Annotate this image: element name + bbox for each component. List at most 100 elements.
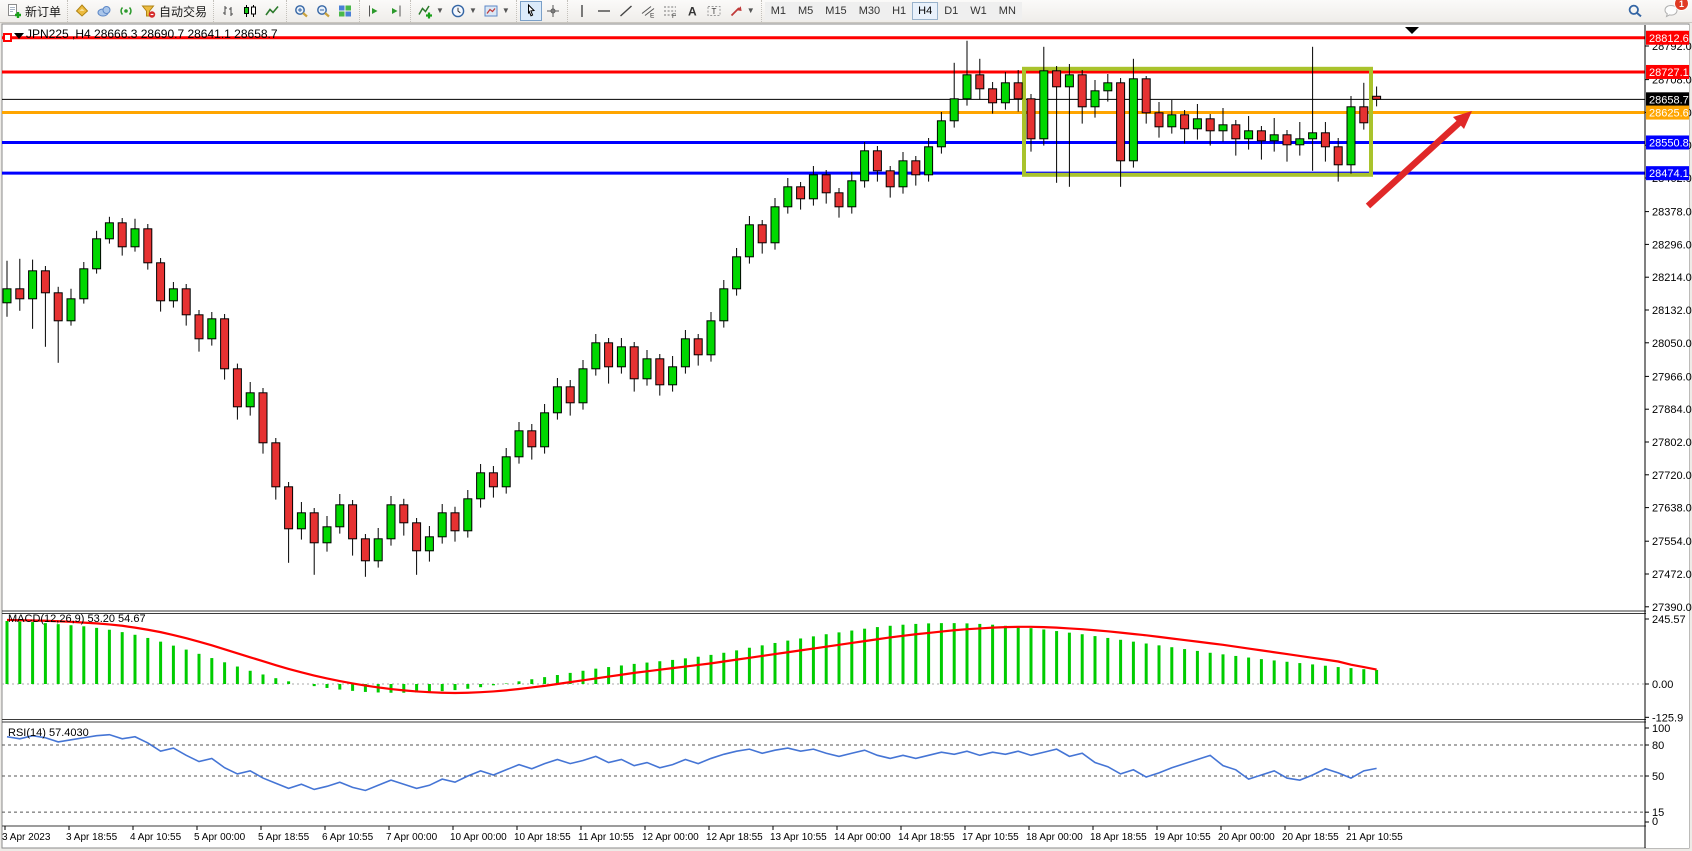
channel-icon: E [640, 3, 656, 19]
timeframe-h1[interactable]: H1 [886, 2, 912, 20]
vline-icon [574, 3, 590, 19]
channel-tool-button[interactable]: E [637, 1, 659, 21]
periods-button[interactable]: ▼ [447, 1, 480, 21]
time-label: 3 Apr 2023 [2, 832, 51, 843]
timeframe-mn[interactable]: MN [993, 2, 1022, 20]
tiles-icon [337, 3, 353, 19]
price-tick-label: 27720.0 [1652, 470, 1692, 482]
price-tick-label: 27638.0 [1652, 503, 1692, 515]
toolbar-left: 新订单自动交易▼▼▼EFAT▼M1M5M15M30H1H4D1W1MN [0, 0, 1025, 22]
candle-body [1193, 119, 1201, 129]
candle-body [464, 499, 472, 531]
candle-body [3, 289, 11, 303]
candle-body [1168, 115, 1176, 127]
linechart-icon [264, 3, 280, 19]
timeframe-w1[interactable]: W1 [964, 2, 993, 20]
autotrading-button[interactable]: 自动交易 [137, 1, 210, 21]
time-label: 14 Apr 18:55 [898, 832, 955, 843]
svg-text:E: E [650, 13, 655, 20]
paint-bucket-button[interactable] [71, 1, 93, 21]
price-badge-label: 28812.6 [1649, 33, 1689, 45]
candle-body [41, 271, 49, 293]
time-label: 4 Apr 10:55 [130, 832, 182, 843]
tile-windows-button[interactable] [334, 1, 356, 21]
trendline-tool-button[interactable] [615, 1, 637, 21]
candle-body [1296, 139, 1304, 145]
candle-body [605, 343, 613, 367]
time-label: 5 Apr 18:55 [258, 832, 310, 843]
candle-body [656, 359, 664, 385]
line-anchor-handle[interactable] [4, 34, 11, 41]
candle-body [886, 171, 894, 187]
horizontal-line-tool-button[interactable] [593, 1, 615, 21]
chart-canvas[interactable]: 28792.028708.028626.028544.028462.028378… [0, 0, 1692, 851]
auto-scroll-button[interactable] [385, 1, 407, 21]
price-badge-label: 28658.7 [1649, 94, 1689, 106]
vertical-line-tool-button[interactable] [571, 1, 593, 21]
bar-chart-button[interactable] [217, 1, 239, 21]
macd-axis-label: 0.00 [1652, 679, 1673, 691]
price-tick-label: 27472.0 [1652, 569, 1692, 581]
candle-body [131, 229, 139, 247]
candle-body [259, 393, 267, 443]
text-tool-button[interactable]: A [681, 1, 703, 21]
candle-body [105, 223, 113, 239]
candle-body [1206, 119, 1214, 131]
price-tick-label: 27554.0 [1652, 536, 1692, 548]
price-badge-label: 28625.6 [1649, 108, 1689, 120]
crosshair-icon [545, 3, 561, 19]
candle-body [1104, 83, 1112, 91]
search-button[interactable] [1624, 1, 1646, 21]
candle-body [566, 387, 574, 403]
timeframe-m5[interactable]: M5 [792, 2, 819, 20]
zoom-in-button[interactable] [290, 1, 312, 21]
label-tool-button[interactable]: T [703, 1, 725, 21]
candle-body [681, 339, 689, 367]
price-tick-label: 28214.0 [1652, 272, 1692, 284]
candle-body [1181, 115, 1189, 129]
crosshair-tool-button[interactable] [542, 1, 564, 21]
signals-button[interactable] [115, 1, 137, 21]
candle-body [797, 187, 805, 199]
time-label: 3 Apr 18:55 [66, 832, 118, 843]
fibonacci-tool-button[interactable]: F [659, 1, 681, 21]
candle-body [745, 225, 753, 257]
timeframe-m1[interactable]: M1 [765, 2, 792, 20]
arrows-tool-button[interactable]: ▼ [725, 1, 758, 21]
price-axis[interactable]: 28792.028708.028626.028544.028462.028378… [1645, 25, 1692, 848]
timeframe-m30[interactable]: M30 [853, 2, 886, 20]
chart-shift-button[interactable] [363, 1, 385, 21]
timeframe-h4[interactable]: H4 [912, 2, 938, 20]
candle-body [93, 239, 101, 269]
publisher-button[interactable] [93, 1, 115, 21]
candle-body [1078, 75, 1086, 107]
candlestick-chart-button[interactable] [239, 1, 261, 21]
time-label: 19 Apr 10:55 [1154, 832, 1211, 843]
price-tick-label: 27884.0 [1652, 404, 1692, 416]
candle-body [336, 505, 344, 527]
candle-body [387, 505, 395, 539]
templates-button[interactable]: ▼ [480, 1, 513, 21]
candle-body [400, 505, 408, 523]
candle-body [720, 289, 728, 321]
candle-body [1065, 75, 1073, 87]
timeframe-d1[interactable]: D1 [938, 2, 964, 20]
new-order-button[interactable]: 新订单 [3, 1, 64, 21]
line-chart-button[interactable] [261, 1, 283, 21]
candle-body [1257, 131, 1265, 141]
chat-button[interactable]: 1 [1660, 1, 1682, 21]
price-badge-label: 28550.8 [1649, 137, 1689, 149]
indicators-button[interactable]: ▼ [414, 1, 447, 21]
cursor-tool-button[interactable] [520, 1, 542, 21]
price-badge-label: 28727.1 [1649, 67, 1689, 79]
candle-body [1053, 71, 1061, 87]
time-label: 10 Apr 00:00 [450, 832, 507, 843]
zoom-out-button[interactable] [312, 1, 334, 21]
candle-body [502, 457, 510, 487]
candle-body [899, 161, 907, 187]
candle-body [669, 367, 677, 385]
candle-body [758, 225, 766, 243]
candles-icon [242, 3, 258, 19]
timeframe-m15[interactable]: M15 [819, 2, 852, 20]
candle-body [169, 289, 177, 301]
